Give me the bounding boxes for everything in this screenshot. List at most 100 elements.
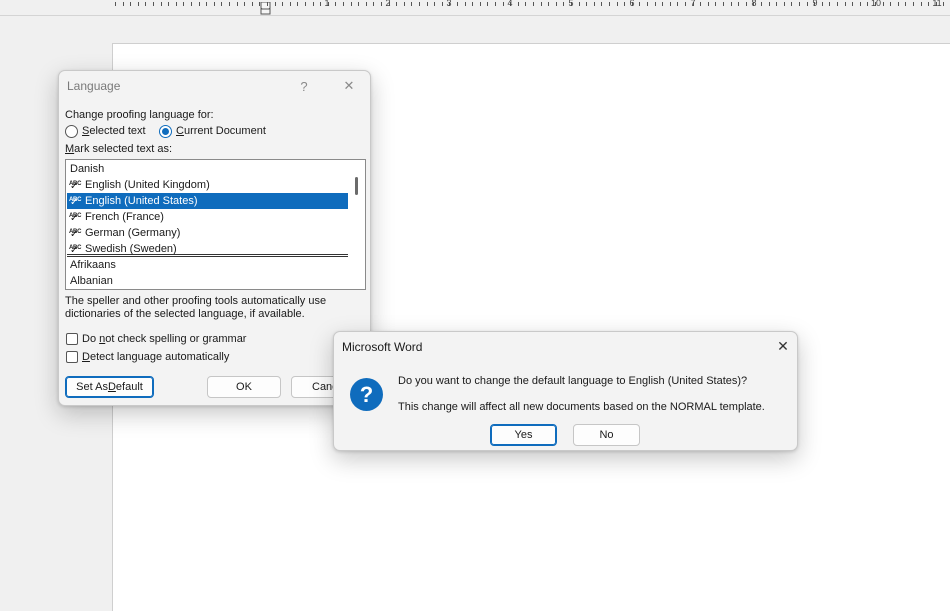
dialog-title: Microsoft Word [342,340,423,354]
ruler-tick [601,2,602,6]
list-item-selected[interactable]: ABC ✓ English (United States) [67,193,348,209]
label-text: Do [82,333,100,345]
ruler-tick [153,2,154,6]
detect-language-checkbox[interactable] [66,351,78,363]
list-item[interactable]: Danish [67,161,348,177]
ruler-number: 4 [507,0,513,8]
dialog-title: Language [67,79,121,93]
ruler-tick [351,2,352,6]
ruler-tick [928,2,929,6]
list-item[interactable]: Afrikaans [67,257,348,273]
ruler-tick [943,2,944,6]
yes-button[interactable]: Yes [490,424,557,446]
no-button[interactable]: No [573,424,640,446]
ruler-tick [115,2,116,6]
language-name: French (France) [85,211,164,223]
ruler-tick [837,2,838,6]
ruler-tick [275,2,276,6]
ruler-tick [396,2,397,6]
ruler-tick [708,2,709,6]
ruler-tick [411,2,412,6]
indent-marker-icon[interactable] [260,2,271,15]
ruler-tick [297,2,298,6]
ruler-tick [487,2,488,6]
list-item[interactable]: ABC ✓ French (France) [67,209,348,225]
no-check-spelling-checkbox[interactable] [66,333,78,345]
ruler-tick [480,2,481,6]
change-proofing-label: Change proofing language for: [65,109,214,121]
ruler-tick [791,2,792,6]
ruler-tick [867,2,868,6]
ok-button[interactable]: OK [207,376,281,398]
label-text: efault [115,381,143,393]
ruler-tick [427,2,428,6]
horizontal-ruler[interactable]: 1 2 3 4 5 6 7 8 9 10 11 [0,0,950,16]
ruler-tick [563,2,564,6]
radio-selected-text[interactable] [65,125,78,138]
ruler-number: 11 [932,0,942,8]
close-button[interactable]: ✕ [336,75,362,97]
ruler-tick [655,2,656,6]
info-text-line1: The speller and other proofing tools aut… [65,295,327,307]
ruler-tick [495,2,496,6]
ruler-tick [457,2,458,6]
ruler-number: 8 [751,0,757,8]
list-item[interactable]: Albanian [67,273,348,289]
ruler-tick [313,2,314,6]
list-item[interactable]: ABC ✓ English (United Kingdom) [67,177,348,193]
list-item[interactable]: ABC ✓ German (Germany) [67,225,348,241]
ruler-tick [320,2,321,6]
ruler-tick [784,2,785,6]
ruler-tick [677,2,678,6]
mark-selected-label: Mark selected text as: [65,143,172,155]
radio-current-document-label[interactable]: Current Document [176,125,266,137]
confirm-dialog: Microsoft Word ✕ ? Do you want to change… [333,331,798,451]
radio-selected-text-label[interactable]: Selected text [82,125,146,137]
detect-language-label[interactable]: Detect language automatically [82,351,229,363]
accel-key: D [107,381,116,393]
set-as-default-button[interactable]: Set As Default [65,376,154,398]
check-glyph: ✓ [70,181,79,192]
ruler-tick [624,2,625,6]
listbox-scrollbar-thumb[interactable] [355,177,358,195]
ruler-tick [442,2,443,6]
ruler-tick [860,2,861,6]
label-text: Set As [76,381,108,393]
language-name: English (United Kingdom) [85,179,210,191]
help-button[interactable]: ? [291,75,317,97]
ruler-tick [290,2,291,6]
no-check-spelling-label[interactable]: Do not check spelling or grammar [82,333,246,345]
dialog-message: Do you want to change the default langua… [398,375,748,387]
info-text-line2: dictionaries of the selected language, i… [65,308,305,320]
help-icon: ? [300,78,308,94]
ruler-tick [244,2,245,6]
language-listbox[interactable]: Danish ABC ✓ English (United Kingdom) ABC… [65,159,366,290]
ruler-tick [822,2,823,6]
spellcheck-icon: ABC ✓ [69,193,83,209]
ruler-tick [267,2,268,6]
ruler-tick [845,2,846,6]
ruler-number: 10 [870,0,882,8]
ruler-tick [556,2,557,6]
check-glyph: ✓ [70,197,79,208]
language-name: English (United States) [85,195,198,207]
ruler-tick [525,2,526,6]
language-name: Afrikaans [70,259,116,271]
ruler-tick [731,2,732,6]
ruler-tick [434,2,435,6]
ruler-tick [282,2,283,6]
check-glyph: ✓ [70,229,79,240]
ruler-tick [715,2,716,6]
close-button[interactable]: ✕ [770,335,796,357]
check-glyph: ✓ [70,213,79,224]
ruler-tick [579,2,580,6]
label-text: etect language automatically [89,351,230,363]
ruler-tick [191,2,192,6]
ruler-tick [685,2,686,6]
label-text: elected text [89,125,146,137]
label-text: urrent Document [183,125,266,137]
ruler-tick [259,2,260,6]
ruler-tick [594,2,595,6]
radio-current-document[interactable] [159,125,172,138]
ruler-tick [404,2,405,6]
